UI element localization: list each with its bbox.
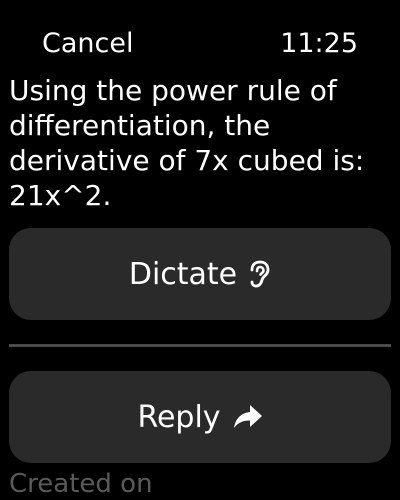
status-bar: Cancel 11:25 — [0, 0, 400, 80]
reply-button[interactable]: Reply — [9, 371, 391, 463]
dictate-button[interactable]: Dictate — [9, 228, 391, 320]
created-on-text: Created on — [9, 469, 153, 499]
ear-icon — [249, 260, 271, 288]
dictate-label: Dictate — [128, 256, 238, 292]
reply-arrow-icon — [233, 404, 263, 430]
divider — [9, 344, 391, 347]
clock-time: 11:25 — [280, 28, 358, 59]
response-message: Using the power rule of differentiation,… — [9, 74, 365, 212]
cancel-button[interactable]: Cancel — [42, 26, 133, 62]
reply-label: Reply — [137, 399, 221, 435]
